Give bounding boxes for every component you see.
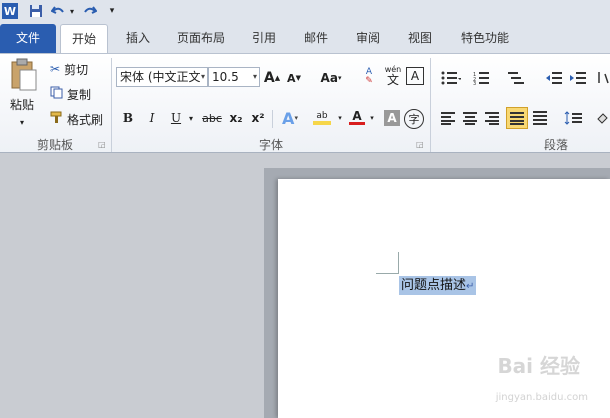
chevron-down-icon: ▾	[252, 72, 257, 81]
tab-review[interactable]: 审阅	[348, 24, 388, 53]
watermark-url: jingyan.baidu.com	[495, 392, 588, 403]
tab-special-features[interactable]: 特色功能	[452, 24, 518, 53]
chevron-down-icon: ▾	[200, 72, 205, 81]
align-right-button[interactable]	[482, 107, 502, 129]
font-size-select[interactable]: 10.5 ▾	[208, 67, 260, 87]
subscript-button[interactable]: x₂	[226, 107, 246, 129]
brush-icon	[50, 111, 63, 127]
paste-button[interactable]: 粘贴	[10, 94, 34, 114]
selected-text[interactable]: 问题点描述↵	[399, 276, 477, 295]
clipboard-dialog-launcher-icon[interactable]: ◲	[98, 140, 106, 149]
tab-home[interactable]: 开始	[60, 24, 108, 53]
highlight-button[interactable]: ab	[308, 107, 336, 129]
paragraph-mark-icon: ↵	[466, 281, 475, 292]
tab-file[interactable]: 文件	[0, 24, 56, 53]
customize-icon[interactable]: ▾	[104, 3, 120, 19]
font-color-button[interactable]: A	[346, 107, 368, 129]
shading-button[interactable]	[594, 107, 610, 129]
character-border-button[interactable]: A	[406, 67, 424, 85]
line-spacing-button[interactable]	[562, 107, 586, 129]
highlight-dropdown-icon[interactable]: ▾	[336, 107, 344, 129]
margin-corner-mark	[398, 252, 399, 274]
justify-button[interactable]	[506, 107, 528, 129]
scissors-icon: ✂	[50, 62, 61, 76]
highlight-swatch	[313, 121, 331, 125]
tab-page-layout[interactable]: 页面布局	[170, 24, 232, 53]
ribbon: 粘贴 ▾ ✂ 剪切 复制 格式刷 剪贴板 ◲ 宋体 (中文正文 ▾ 10.5 ▾ A…	[0, 53, 610, 153]
font-color-dropdown-icon[interactable]: ▾	[368, 107, 376, 129]
distributed-button[interactable]	[530, 107, 550, 129]
change-case-button[interactable]: Aa ▾	[318, 67, 344, 89]
redo-icon[interactable]	[82, 3, 98, 19]
multilevel-list-button[interactable]	[504, 67, 530, 89]
align-left-button[interactable]	[438, 107, 458, 129]
strikethrough-button[interactable]: abc	[200, 107, 224, 129]
sort-button[interactable]	[596, 67, 610, 89]
decrease-indent-button[interactable]	[544, 67, 564, 89]
shrink-font-button[interactable]: A ▼	[286, 67, 302, 89]
tab-mailings[interactable]: 邮件	[296, 24, 336, 53]
grow-font-button[interactable]: A ▲	[264, 67, 280, 89]
bold-button[interactable]: B	[118, 107, 138, 129]
character-shading-button[interactable]: A	[384, 110, 400, 126]
numbering-button[interactable]: 123	[470, 67, 496, 89]
phonetic-guide-button[interactable]: wén 文	[382, 64, 404, 86]
divider	[272, 110, 273, 128]
enclose-characters-button[interactable]: 字	[404, 109, 424, 129]
increase-indent-button[interactable]	[568, 67, 588, 89]
text-effects-button[interactable]: A ▾	[278, 107, 302, 129]
margin-corner-mark	[376, 273, 398, 274]
bullets-button[interactable]	[438, 67, 464, 89]
copy-button[interactable]: 复制	[50, 84, 91, 104]
clear-format-button[interactable]: A ✎	[360, 66, 378, 88]
paragraph-group-label: 段落	[543, 138, 568, 152]
tab-view[interactable]: 视图	[400, 24, 440, 53]
font-family-select[interactable]: 宋体 (中文正文 ▾	[116, 67, 208, 87]
align-center-button[interactable]	[460, 107, 480, 129]
svg-text:3: 3	[473, 81, 476, 85]
word-logo-icon[interactable]: W	[2, 3, 18, 19]
ribbon-tabs: 文件 开始 插入 页面布局 引用 邮件 审阅 视图 特色功能	[0, 24, 610, 53]
paste-dropdown-icon[interactable]: ▾	[20, 112, 24, 132]
tab-references[interactable]: 引用	[244, 24, 284, 53]
cut-button[interactable]: ✂ 剪切	[50, 59, 88, 79]
underline-button[interactable]: U	[166, 107, 186, 129]
paste-icon[interactable]	[8, 58, 38, 92]
italic-button[interactable]: I	[142, 107, 162, 129]
clipboard-group-label: 剪贴板	[36, 138, 73, 152]
superscript-button[interactable]: x²	[248, 107, 268, 129]
font-dialog-launcher-icon[interactable]: ◲	[416, 140, 424, 149]
undo-icon[interactable]	[50, 3, 66, 19]
font-group-label: 字体	[258, 138, 283, 152]
document-page[interactable]	[278, 179, 610, 418]
underline-dropdown-icon[interactable]: ▾	[186, 107, 196, 129]
copy-icon	[50, 86, 63, 102]
undo-dropdown-icon[interactable]: ▾	[68, 3, 76, 19]
format-painter-button[interactable]: 格式刷	[50, 109, 103, 129]
font-color-swatch	[349, 122, 365, 125]
tab-insert[interactable]: 插入	[116, 24, 160, 53]
quick-access-toolbar: W ▾ ▾	[0, 0, 610, 24]
save-icon[interactable]	[28, 3, 44, 19]
watermark-logo: Bai 经验	[497, 354, 580, 378]
